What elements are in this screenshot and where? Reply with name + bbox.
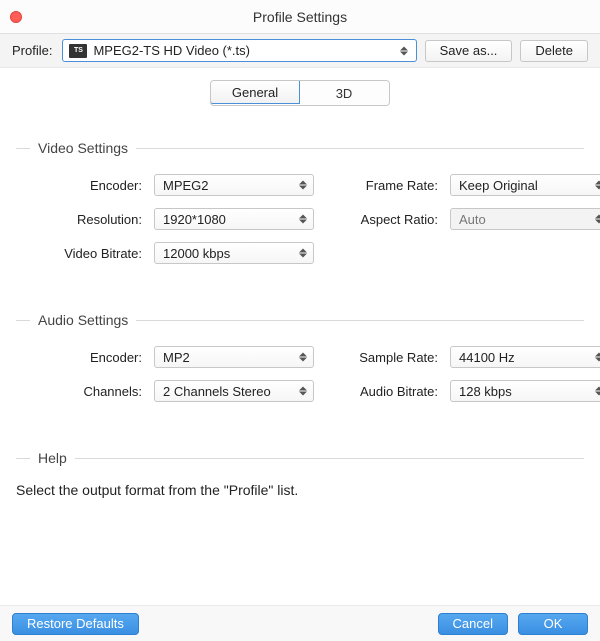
ok-button[interactable]: OK [518, 613, 588, 635]
resolution-label: Resolution: [16, 212, 146, 227]
audio-bitrate-select[interactable]: 128 kbps [450, 380, 600, 402]
help-legend-text: Help [38, 450, 67, 466]
restore-defaults-button[interactable]: Restore Defaults [12, 613, 139, 635]
cancel-button[interactable]: Cancel [438, 613, 508, 635]
video-bitrate-label: Video Bitrate: [16, 246, 146, 261]
tab-3d[interactable]: 3D [299, 81, 389, 105]
chevron-up-icon [299, 249, 307, 253]
chevron-down-icon [299, 220, 307, 224]
audio-bitrate-value: 128 kbps [459, 384, 512, 399]
profile-select[interactable]: TS MPEG2-TS HD Video (*.ts) [62, 39, 416, 62]
titlebar: Profile Settings [0, 0, 600, 34]
video-settings-legend-text: Video Settings [38, 140, 128, 156]
sample-rate-value: 44100 Hz [459, 350, 515, 365]
chevron-down-icon [299, 254, 307, 258]
video-bitrate-select[interactable]: 12000 kbps [154, 242, 314, 264]
audio-encoder-label: Encoder: [16, 350, 146, 365]
frame-rate-select[interactable]: Keep Original [450, 174, 600, 196]
sample-rate-label: Sample Rate: [322, 350, 442, 365]
help-legend: Help [16, 450, 584, 466]
chevron-up-icon [299, 215, 307, 219]
frame-rate-label: Frame Rate: [322, 178, 442, 193]
chevron-down-icon [299, 358, 307, 362]
audio-settings-legend: Audio Settings [16, 312, 584, 328]
profile-label: Profile: [12, 43, 52, 58]
resolution-select[interactable]: 1920*1080 [154, 208, 314, 230]
segmented-control: General 3D [210, 80, 390, 106]
chevron-up-icon [595, 215, 600, 219]
chevron-down-icon [595, 358, 600, 362]
chevron-up-icon [299, 181, 307, 185]
chevron-down-icon [299, 392, 307, 396]
help-text: Select the output format from the "Profi… [16, 482, 584, 498]
profile-value: MPEG2-TS HD Video (*.ts) [93, 43, 250, 58]
audio-settings-section: Audio Settings Encoder: MP2 Sample Rate:… [16, 312, 584, 402]
save-as-button[interactable]: Save as... [425, 40, 513, 62]
chevron-up-icon [400, 46, 408, 50]
tab-bar: General 3D [0, 80, 600, 106]
aspect-ratio-value: Auto [459, 212, 486, 227]
channels-label: Channels: [16, 384, 146, 399]
chevron-down-icon [299, 186, 307, 190]
chevron-up-icon [595, 353, 600, 357]
footer-bar: Restore Defaults Cancel OK [0, 605, 600, 641]
video-encoder-select[interactable]: MPEG2 [154, 174, 314, 196]
chevron-down-icon [595, 186, 600, 190]
aspect-ratio-select[interactable]: Auto [450, 208, 600, 230]
close-icon[interactable] [10, 11, 22, 23]
video-settings-legend: Video Settings [16, 140, 584, 156]
video-encoder-value: MPEG2 [163, 178, 209, 193]
ts-file-icon: TS [69, 44, 87, 58]
channels-value: 2 Channels Stereo [163, 384, 271, 399]
help-section: Help Select the output format from the "… [16, 450, 584, 498]
aspect-ratio-label: Aspect Ratio: [322, 212, 442, 227]
chevron-up-icon [299, 387, 307, 391]
audio-encoder-select[interactable]: MP2 [154, 346, 314, 368]
encoder-label: Encoder: [16, 178, 146, 193]
sample-rate-select[interactable]: 44100 Hz [450, 346, 600, 368]
chevron-up-icon [299, 353, 307, 357]
window-title: Profile Settings [253, 9, 347, 25]
delete-button[interactable]: Delete [520, 40, 588, 62]
frame-rate-value: Keep Original [459, 178, 538, 193]
audio-settings-legend-text: Audio Settings [38, 312, 128, 328]
tab-general[interactable]: General [210, 80, 300, 104]
video-bitrate-value: 12000 kbps [163, 246, 230, 261]
chevron-down-icon [400, 51, 408, 55]
chevron-down-icon [595, 220, 600, 224]
video-settings-section: Video Settings Encoder: MPEG2 Frame Rate… [16, 140, 584, 264]
audio-bitrate-label: Audio Bitrate: [322, 384, 442, 399]
chevron-up-icon [595, 181, 600, 185]
audio-encoder-value: MP2 [163, 350, 190, 365]
chevron-down-icon [595, 392, 600, 396]
channels-select[interactable]: 2 Channels Stereo [154, 380, 314, 402]
chevron-up-icon [595, 387, 600, 391]
resolution-value: 1920*1080 [163, 212, 226, 227]
profile-toolbar: Profile: TS MPEG2-TS HD Video (*.ts) Sav… [0, 34, 600, 68]
